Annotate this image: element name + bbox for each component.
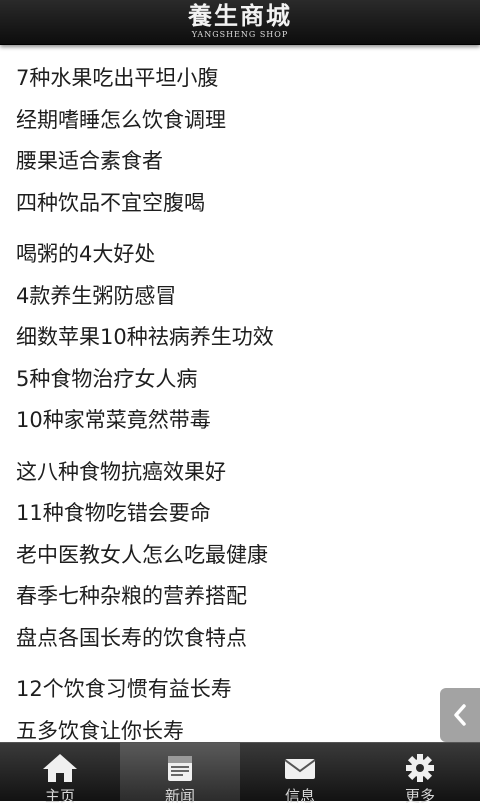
chevron-left-icon bbox=[454, 704, 466, 726]
bottom-tab-bar: 主页 新闻 信息 更多 bbox=[0, 742, 480, 805]
article-link[interactable]: 喝粥的4大好处 bbox=[16, 234, 480, 276]
article-link[interactable]: 腰果适合素食者 bbox=[16, 141, 480, 183]
tab-more[interactable]: 更多 bbox=[360, 743, 480, 805]
article-link[interactable]: 老中医教女人怎么吃最健康 bbox=[16, 535, 480, 577]
article-group: 7种水果吃出平坦小腹 经期嗜睡怎么饮食调理 腰果适合素食者 四种饮品不宜空腹喝 bbox=[0, 58, 480, 224]
tab-news[interactable]: 新闻 bbox=[120, 743, 240, 805]
article-link[interactable]: 12个饮食习惯有益长寿 bbox=[16, 669, 480, 711]
app-title: 養生商城 bbox=[188, 1, 292, 30]
article-group: 12个饮食习惯有益长寿 五多饮食让你长寿 bbox=[0, 669, 480, 742]
tab-home[interactable]: 主页 bbox=[0, 743, 120, 805]
gear-icon bbox=[406, 754, 434, 782]
home-icon bbox=[43, 754, 77, 782]
news-icon bbox=[168, 756, 192, 781]
article-group: 喝粥的4大好处 4款养生粥防感冒 细数苹果10种祛病养生功效 5种食物治疗女人病… bbox=[0, 234, 480, 442]
app-header: 養生商城 YANGSHENG SHOP bbox=[0, 0, 480, 45]
tab-label: 主页 bbox=[44, 787, 75, 805]
article-link[interactable]: 11种食物吃错会要命 bbox=[16, 493, 480, 535]
article-link[interactable]: 7种水果吃出平坦小腹 bbox=[16, 58, 480, 100]
article-link[interactable]: 这八种食物抗癌效果好 bbox=[16, 452, 480, 494]
tab-label: 信息 bbox=[284, 787, 315, 805]
tab-label: 更多 bbox=[404, 787, 435, 805]
article-link[interactable]: 春季七种杂粮的营养搭配 bbox=[16, 576, 480, 618]
tab-messages[interactable]: 信息 bbox=[240, 743, 360, 805]
article-group: 这八种食物抗癌效果好 11种食物吃错会要命 老中医教女人怎么吃最健康 春季七种杂… bbox=[0, 452, 480, 660]
article-link[interactable]: 盘点各国长寿的饮食特点 bbox=[16, 618, 480, 660]
side-drawer-handle[interactable] bbox=[440, 688, 480, 742]
article-list: 7种水果吃出平坦小腹 经期嗜睡怎么饮食调理 腰果适合素食者 四种饮品不宜空腹喝 … bbox=[0, 46, 480, 742]
article-link[interactable]: 4款养生粥防感冒 bbox=[16, 276, 480, 318]
mail-icon bbox=[284, 759, 316, 779]
article-link[interactable]: 5种食物治疗女人病 bbox=[16, 359, 480, 401]
article-link[interactable]: 五多饮食让你长寿 bbox=[16, 711, 480, 743]
app-subtitle: YANGSHENG SHOP bbox=[191, 30, 289, 39]
article-link[interactable]: 10种家常菜竟然带毒 bbox=[16, 400, 480, 442]
article-link[interactable]: 经期嗜睡怎么饮食调理 bbox=[16, 100, 480, 142]
article-link[interactable]: 细数苹果10种祛病养生功效 bbox=[16, 317, 480, 359]
tab-label: 新闻 bbox=[164, 787, 195, 805]
article-link[interactable]: 四种饮品不宜空腹喝 bbox=[16, 183, 480, 225]
